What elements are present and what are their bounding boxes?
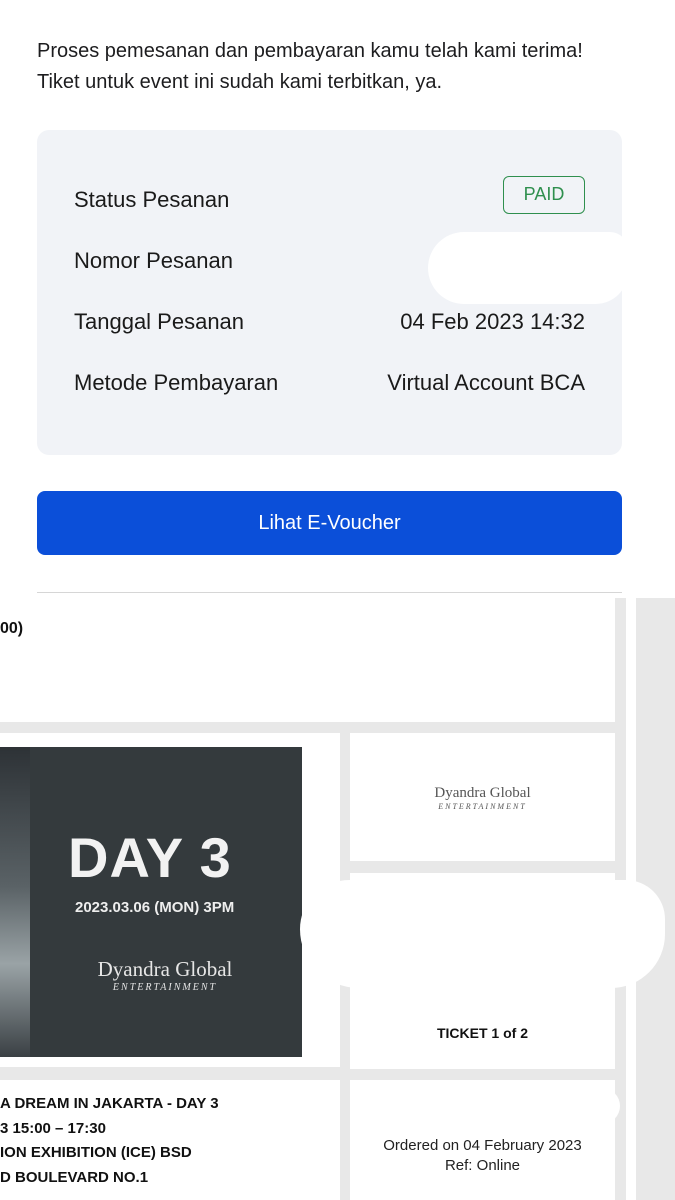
- poster-brand-logo: Dyandra Global ENTERTAINMENT: [97, 957, 233, 993]
- poster-photo: [0, 747, 30, 1057]
- ticket-header-cell: 00): [0, 598, 615, 722]
- organizer-logo: Dyandra Global ENTERTAINMENT: [434, 785, 531, 811]
- payment-method-row: Metode Pembayaran Virtual Account BCA: [74, 370, 585, 400]
- confirmation-message: Proses pemesanan dan pembayaran kamu tel…: [37, 40, 583, 93]
- payment-method-label: Metode Pembayaran: [74, 370, 279, 395]
- event-address: D BOULEVARD NO.1: [0, 1168, 149, 1186]
- order-date-row: Tanggal Pesanan 04 Feb 2023 14:32: [74, 309, 585, 339]
- ordered-info: Ordered on 04 February 2023 Ref: Online: [350, 1136, 615, 1176]
- order-number-label: Nomor Pesanan: [74, 248, 233, 273]
- status-badge: PAID: [503, 176, 585, 214]
- redacted-corner: [560, 1088, 620, 1124]
- event-time: 3 15:00 – 17:30: [0, 1119, 106, 1137]
- redacted-order-number: [428, 232, 628, 304]
- event-detail-cell: A DREAM IN JAKARTA - DAY 3 3 15:00 – 17:…: [0, 1080, 340, 1200]
- e-ticket-screenshot: 00) DAY 3 2023.03.06 (MON) 3PM Dyandra G…: [0, 598, 675, 1200]
- ordered-on: Ordered on 04 February 2023: [383, 1137, 582, 1154]
- poster-day: DAY 3: [68, 826, 232, 889]
- event-venue: ION EXHIBITION (ICE) BSD: [0, 1144, 192, 1161]
- poster-date: 2023.03.06 (MON) 3PM: [75, 899, 235, 916]
- organizer-cell: Dyandra Global ENTERTAINMENT: [350, 733, 615, 861]
- view-e-voucher-button[interactable]: Lihat E-Voucher: [37, 491, 622, 555]
- status-row: Status Pesanan PAID: [74, 176, 585, 217]
- event-details: A DREAM IN JAKARTA - DAY 3 3 15:00 – 17:…: [0, 1092, 219, 1190]
- section-divider: [37, 592, 622, 593]
- order-ref: Ref: Online: [444, 1157, 521, 1174]
- order-date-value: 04 Feb 2023 14:32: [400, 309, 585, 334]
- order-date-label: Tanggal Pesanan: [74, 309, 245, 334]
- ticket-count: TICKET 1 of 2: [436, 1025, 528, 1041]
- status-label: Status Pesanan: [74, 187, 230, 212]
- payment-method-value: Virtual Account BCA: [387, 370, 585, 395]
- redacted-qr-code: [300, 880, 665, 988]
- ticket-header-text: 00): [0, 620, 24, 637]
- event-poster: DAY 3 2023.03.06 (MON) 3PM Dyandra Globa…: [0, 747, 302, 1057]
- event-title: A DREAM IN JAKARTA - DAY 3: [0, 1095, 219, 1112]
